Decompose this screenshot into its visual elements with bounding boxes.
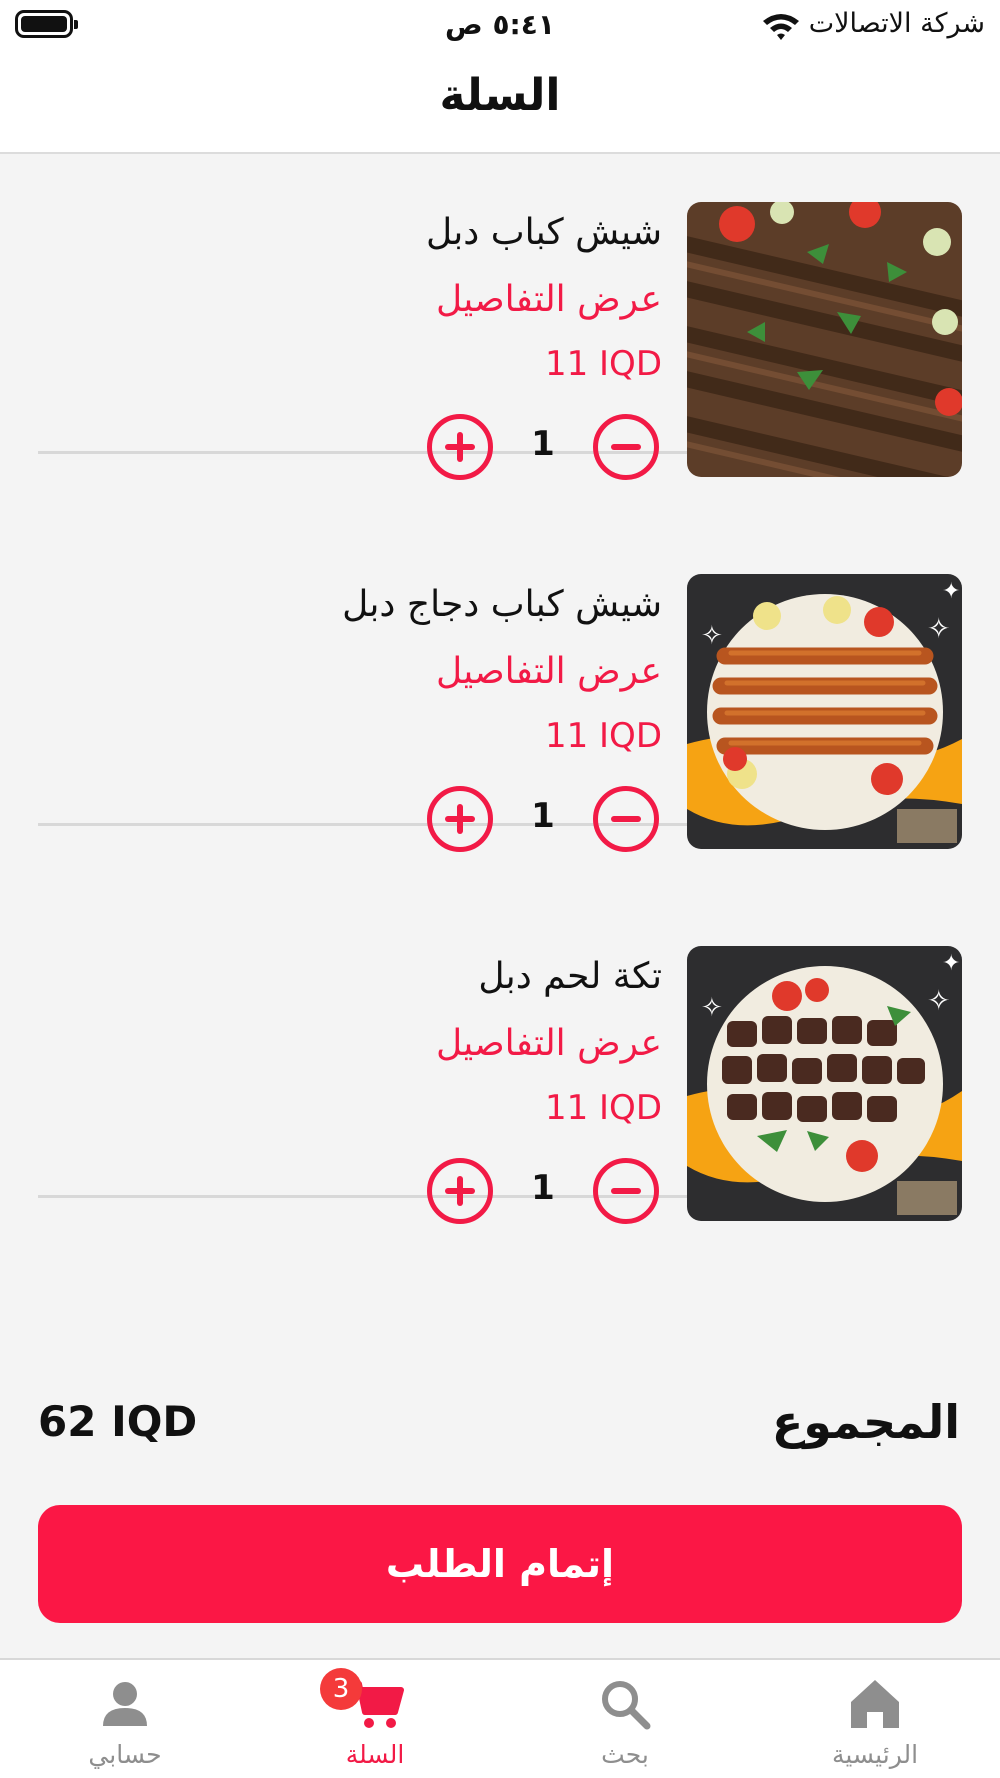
quantity-stepper: 1 bbox=[427, 414, 659, 480]
chicken-kebab-image: ✦ ✧ ✧ bbox=[687, 574, 962, 849]
home-icon bbox=[851, 1680, 899, 1728]
search-icon bbox=[602, 1681, 651, 1730]
quantity-value: 1 bbox=[531, 424, 555, 464]
cart-count-badge: 3 bbox=[320, 1668, 362, 1710]
total-value: 62 IQD bbox=[38, 1397, 198, 1446]
kebab-image bbox=[687, 202, 962, 477]
user-icon bbox=[103, 1682, 147, 1726]
increase-quantity-button[interactable] bbox=[427, 786, 493, 852]
meat-tikka-image: ✦ ✧ ✧ bbox=[687, 946, 962, 1221]
cart-item: ✦ ✧ ✧ تكة لحم دبل عرض التفاصيل 11 IQD 1 bbox=[38, 898, 962, 1224]
view-details-link[interactable]: عرض التفاصيل bbox=[436, 1023, 662, 1064]
svg-text:✧: ✧ bbox=[701, 993, 723, 1023]
svg-text:✦: ✦ bbox=[942, 579, 960, 604]
tab-cart[interactable]: 3 السلة bbox=[250, 1660, 500, 1778]
wifi-icon bbox=[762, 13, 799, 40]
item-name: شيش كباب دبل bbox=[426, 212, 662, 253]
quantity-value: 1 bbox=[531, 796, 555, 836]
battery-icon bbox=[15, 10, 78, 38]
svg-text:✦: ✦ bbox=[942, 951, 960, 976]
status-bar: ٥:٤١ ص شركة الاتصالات bbox=[0, 0, 1000, 50]
tab-label: بحث bbox=[601, 1740, 649, 1769]
cart-item: ✦ ✧ ✧ شيش كباب دجاج دبل عرض التفاصيل 11 … bbox=[38, 526, 962, 852]
tab-label: السلة bbox=[345, 1740, 405, 1769]
view-details-link[interactable]: عرض التفاصيل bbox=[436, 279, 662, 320]
tab-bar: الرئيسية بحث 3 السلة حسابي bbox=[0, 1658, 1000, 1778]
decrease-quantity-button[interactable] bbox=[593, 414, 659, 480]
quantity-stepper: 1 bbox=[427, 786, 659, 852]
checkout-button[interactable]: إتمام الطلب bbox=[38, 1505, 962, 1623]
view-details-link[interactable]: عرض التفاصيل bbox=[436, 651, 662, 692]
status-time: ٥:٤١ ص bbox=[445, 8, 555, 41]
product-image[interactable] bbox=[687, 202, 962, 477]
total-label: المجموع bbox=[771, 1395, 960, 1449]
cart-item: شيش كباب دبل عرض التفاصيل 11 IQD 1 bbox=[38, 154, 962, 480]
increase-quantity-button[interactable] bbox=[427, 1158, 493, 1224]
page-title: السلة bbox=[439, 70, 561, 121]
item-price: 11 IQD bbox=[544, 344, 662, 384]
minus-icon bbox=[611, 816, 641, 822]
status-carrier: شركة الاتصالات bbox=[761, 8, 985, 40]
tab-search[interactable]: بحث bbox=[500, 1660, 750, 1778]
product-image[interactable]: ✦ ✧ ✧ bbox=[687, 946, 962, 1221]
product-image[interactable]: ✦ ✧ ✧ bbox=[687, 574, 962, 849]
minus-icon bbox=[611, 1188, 641, 1194]
tab-account[interactable]: حسابي bbox=[0, 1660, 250, 1778]
quantity-value: 1 bbox=[531, 1168, 555, 1208]
svg-text:✧: ✧ bbox=[701, 621, 723, 651]
tab-label: حسابي bbox=[88, 1740, 162, 1769]
tab-label: الرئيسية bbox=[831, 1740, 919, 1769]
header: السلة bbox=[0, 50, 1000, 154]
item-name: تكة لحم دبل bbox=[478, 956, 662, 997]
increase-quantity-button[interactable] bbox=[427, 414, 493, 480]
carrier-name: شركة الاتصالات bbox=[808, 8, 985, 39]
decrease-quantity-button[interactable] bbox=[593, 1158, 659, 1224]
decrease-quantity-button[interactable] bbox=[593, 786, 659, 852]
svg-text:✧: ✧ bbox=[927, 612, 950, 645]
item-price: 11 IQD bbox=[544, 1088, 662, 1128]
quantity-stepper: 1 bbox=[427, 1158, 659, 1224]
item-name: شيش كباب دجاج دبل bbox=[342, 584, 662, 625]
tab-home[interactable]: الرئيسية bbox=[750, 1660, 1000, 1778]
minus-icon bbox=[611, 444, 641, 450]
item-price: 11 IQD bbox=[544, 716, 662, 756]
svg-text:✧: ✧ bbox=[927, 984, 950, 1017]
